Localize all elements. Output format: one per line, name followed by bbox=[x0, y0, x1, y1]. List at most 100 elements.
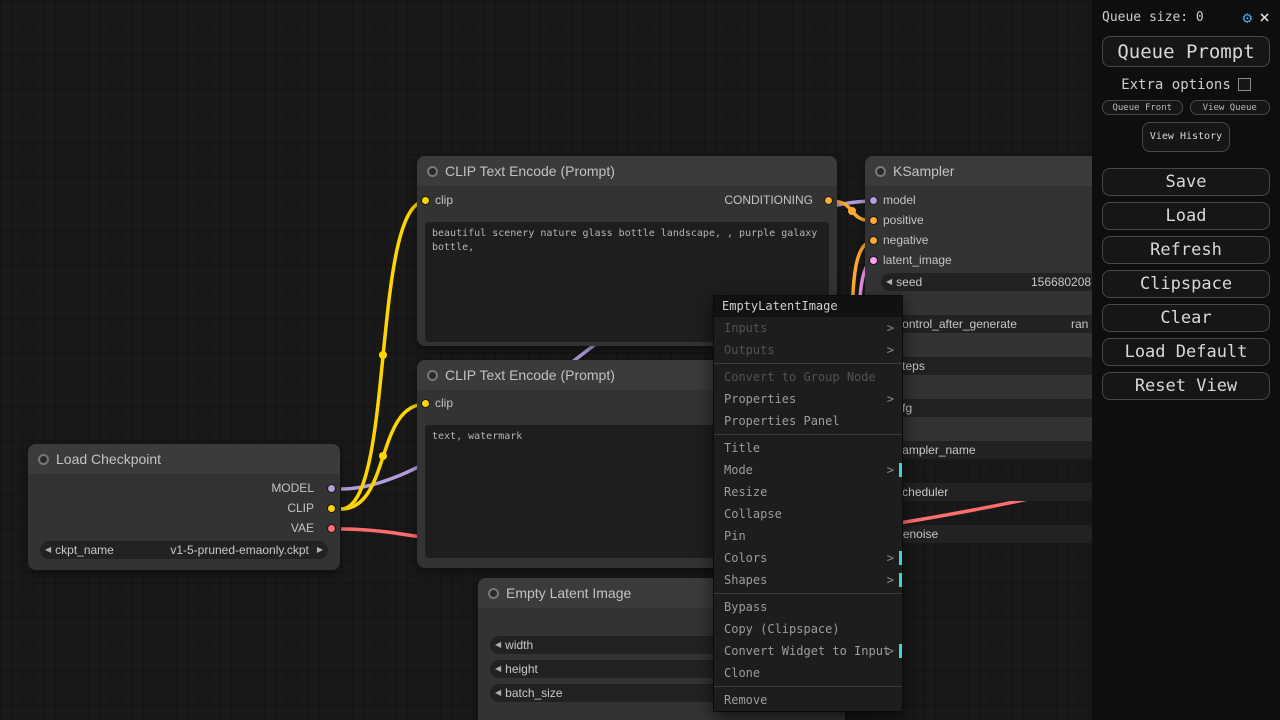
width-widget-label: width bbox=[505, 638, 534, 652]
menu-item-outputs[interactable]: Outputs > bbox=[714, 339, 902, 361]
collapse-dot-icon[interactable] bbox=[427, 166, 438, 177]
context-menu-title: EmptyLatentImage bbox=[714, 296, 902, 317]
input-slot-clip[interactable] bbox=[421, 196, 430, 205]
scheduler-widget-label: scheduler bbox=[896, 485, 949, 499]
link-dot bbox=[379, 452, 387, 460]
input-label-clip: clip bbox=[435, 396, 454, 410]
input-label-latent-image: latent_image bbox=[883, 253, 952, 267]
submenu-arrow-icon: > bbox=[886, 463, 894, 477]
settings-gear-icon[interactable]: ⚙ bbox=[1243, 8, 1253, 27]
output-label-clip: CLIP bbox=[287, 501, 314, 515]
menu-item-convert-to-group-node[interactable]: Convert to Group Node bbox=[714, 366, 902, 388]
clear-button[interactable]: Clear bbox=[1102, 304, 1270, 332]
submenu-arrow-icon: > bbox=[886, 392, 894, 406]
menu-item-inputs[interactable]: Inputs > bbox=[714, 317, 902, 339]
node-title: KSampler bbox=[893, 163, 955, 179]
reset-view-button[interactable]: Reset View bbox=[1102, 372, 1270, 400]
submenu-accent bbox=[899, 551, 902, 565]
link-dot bbox=[379, 351, 387, 359]
node-title: Empty Latent Image bbox=[506, 585, 632, 601]
node-title: CLIP Text Encode (Prompt) bbox=[445, 367, 615, 383]
menu-item-collapse[interactable]: Collapse bbox=[714, 503, 902, 525]
sampler-name-widget-label: sampler_name bbox=[896, 443, 976, 457]
menu-separator bbox=[714, 434, 902, 435]
menu-item-colors[interactable]: Colors > bbox=[714, 547, 902, 569]
sidebar-actions: Save Load Refresh Clipspace Clear Load Defaul… bbox=[1102, 168, 1270, 400]
node-title-bar[interactable]: Load Checkpoint bbox=[28, 444, 340, 474]
collapse-dot-icon[interactable] bbox=[488, 588, 499, 599]
menu-separator bbox=[714, 363, 902, 364]
input-label-positive: positive bbox=[883, 213, 924, 227]
collapse-dot-icon[interactable] bbox=[875, 166, 886, 177]
ckpt-name-widget-value: v1-5-pruned-emaonly.ckpt bbox=[170, 543, 309, 557]
menu-item-copy-clipspace[interactable]: Copy (Clipspace) bbox=[714, 618, 902, 640]
submenu-arrow-icon: > bbox=[886, 551, 894, 565]
output-slot-model[interactable] bbox=[327, 484, 336, 493]
menu-item-shapes[interactable]: Shapes > bbox=[714, 569, 902, 591]
refresh-button[interactable]: Refresh bbox=[1102, 236, 1270, 264]
seed-widget-label: seed bbox=[896, 275, 923, 289]
queue-prompt-button[interactable]: Queue Prompt bbox=[1102, 36, 1270, 67]
submenu-arrow-icon: > bbox=[886, 343, 894, 357]
menu-separator bbox=[714, 593, 902, 594]
output-slot-vae[interactable] bbox=[327, 524, 336, 533]
menu-item-remove[interactable]: Remove bbox=[714, 689, 902, 711]
clipspace-button[interactable]: Clipspace bbox=[1102, 270, 1270, 298]
arrow-left-icon[interactable]: ◀ bbox=[495, 636, 501, 654]
collapse-dot-icon[interactable] bbox=[427, 370, 438, 381]
output-slot-conditioning[interactable] bbox=[824, 196, 833, 205]
menu-separator bbox=[714, 686, 902, 687]
view-queue-button[interactable]: View Queue bbox=[1189, 100, 1270, 115]
output-label-model: MODEL bbox=[271, 481, 314, 495]
save-button[interactable]: Save bbox=[1102, 168, 1270, 196]
context-menu: EmptyLatentImage Inputs > Outputs > Convert … bbox=[713, 295, 903, 712]
collapse-dot-icon[interactable] bbox=[38, 454, 49, 465]
input-slot-positive[interactable] bbox=[869, 216, 878, 225]
seed-widget-value: 1566802087 bbox=[1031, 275, 1098, 289]
load-button[interactable]: Load bbox=[1102, 202, 1270, 230]
close-icon[interactable]: × bbox=[1259, 8, 1270, 26]
output-slot-clip[interactable] bbox=[327, 504, 336, 513]
menu-item-properties-panel[interactable]: Properties Panel bbox=[714, 410, 902, 432]
control-after-generate-widget-label: control_after_generate bbox=[896, 317, 1017, 331]
extra-options-checkbox[interactable] bbox=[1237, 78, 1251, 91]
input-slot-model[interactable] bbox=[869, 196, 878, 205]
menu-item-properties[interactable]: Properties > bbox=[714, 388, 902, 410]
input-label-clip: clip bbox=[435, 193, 454, 207]
submenu-accent bbox=[899, 463, 902, 477]
batch-size-widget-label: batch_size bbox=[505, 686, 563, 700]
input-slot-latent-image[interactable] bbox=[869, 256, 878, 265]
menu-item-pin[interactable]: Pin bbox=[714, 525, 902, 547]
node-title: Load Checkpoint bbox=[56, 451, 162, 467]
input-slot-negative[interactable] bbox=[869, 236, 878, 245]
queue-size-label: Queue size: 0 bbox=[1102, 10, 1204, 25]
arrow-left-icon[interactable]: ◀ bbox=[495, 684, 501, 702]
menu-item-bypass[interactable]: Bypass bbox=[714, 596, 902, 618]
menu-item-clone[interactable]: Clone bbox=[714, 662, 902, 684]
queue-front-button[interactable]: Queue Front bbox=[1102, 100, 1183, 115]
arrow-right-icon[interactable]: ▶ bbox=[317, 541, 323, 559]
output-label-conditioning: CONDITIONING bbox=[724, 193, 813, 207]
load-default-button[interactable]: Load Default bbox=[1102, 338, 1270, 366]
ckpt-name-widget-label: ckpt_name bbox=[55, 543, 114, 557]
input-slot-clip[interactable] bbox=[421, 399, 430, 408]
menu-item-mode[interactable]: Mode > bbox=[714, 459, 902, 481]
menu-item-resize[interactable]: Resize bbox=[714, 481, 902, 503]
menu-item-convert-widget-to-input[interactable]: Convert Widget to Input > bbox=[714, 640, 902, 662]
node-title: CLIP Text Encode (Prompt) bbox=[445, 163, 615, 179]
arrow-left-icon[interactable]: ◀ bbox=[495, 660, 501, 678]
submenu-accent bbox=[899, 644, 902, 658]
sidebar-menu: Queue size: 0 ⚙ × Queue Prompt Extra opt… bbox=[1092, 0, 1280, 720]
arrow-left-icon[interactable]: ◀ bbox=[45, 541, 51, 559]
ckpt-name-widget[interactable]: ◀ ckpt_name v1-5-pruned-emaonly.ckpt ▶ bbox=[40, 541, 328, 559]
output-label-vae: VAE bbox=[290, 521, 314, 535]
link-dot bbox=[848, 207, 856, 215]
graph-canvas[interactable]: CLIP Text Encode (Prompt) clip CONDITION… bbox=[0, 0, 1280, 720]
input-label-model: model bbox=[883, 193, 916, 207]
view-history-button[interactable]: View History bbox=[1142, 122, 1230, 152]
submenu-arrow-icon: > bbox=[886, 573, 894, 587]
arrow-left-icon[interactable]: ◀ bbox=[886, 273, 892, 291]
node-title-bar[interactable]: CLIP Text Encode (Prompt) bbox=[417, 156, 837, 186]
node-load-checkpoint[interactable]: Load Checkpoint MODEL CLIP VAE ◀ ckpt_name v1… bbox=[28, 444, 340, 570]
menu-item-title[interactable]: Title bbox=[714, 437, 902, 459]
